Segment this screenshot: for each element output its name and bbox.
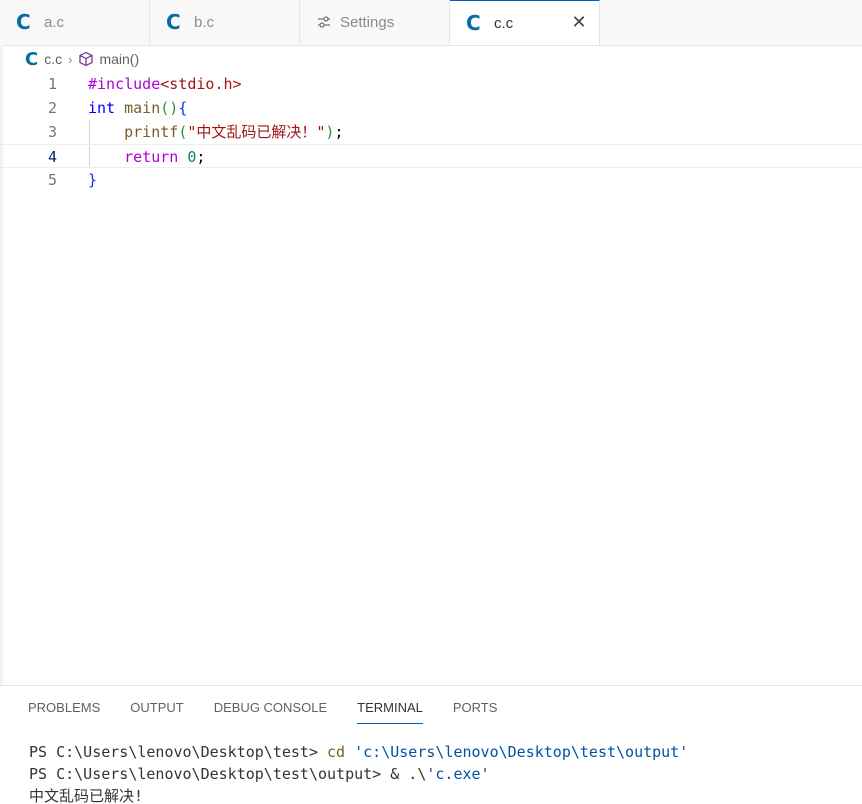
paren: ) bbox=[169, 99, 179, 117]
terminal-operator: & .\ bbox=[390, 765, 427, 783]
breadcrumb-symbol[interactable]: main() bbox=[99, 51, 139, 67]
tab-debug-console[interactable]: DEBUG CONSOLE bbox=[214, 698, 327, 724]
code-text: printf("中文乱码已解决！"); bbox=[88, 120, 343, 144]
code-text: } bbox=[88, 168, 97, 192]
tab-label: c.c bbox=[494, 14, 514, 32]
c-file-icon: C bbox=[166, 10, 181, 34]
brace: } bbox=[88, 171, 98, 189]
tab-b-c[interactable]: C b.c bbox=[150, 0, 300, 44]
line-number: 3 bbox=[47, 123, 57, 141]
method-cube-icon bbox=[79, 51, 94, 67]
panel-tab-bar: PROBLEMS OUTPUT DEBUG CONSOLE TERMINAL P… bbox=[28, 698, 497, 724]
code-text: #include<stdio.h> bbox=[88, 72, 242, 96]
editor-tab-bar: C a.c C b.c Settings C c.c ✕ bbox=[0, 0, 862, 46]
terminal-command: cd bbox=[327, 743, 346, 761]
paren: ( bbox=[160, 99, 170, 117]
function-call: printf bbox=[124, 123, 179, 141]
tab-ports[interactable]: PORTS bbox=[453, 698, 498, 724]
control-keyword: return bbox=[124, 148, 179, 166]
settings-sliders-icon bbox=[318, 16, 330, 28]
tab-label: a.c bbox=[44, 13, 65, 31]
code-line: 3 printf("中文乱码已解决！"); bbox=[0, 120, 862, 144]
terminal-line: PS C:\Users\lenovo\Desktop\test> cd 'c:\… bbox=[29, 741, 688, 763]
tab-terminal[interactable]: TERMINAL bbox=[357, 698, 423, 724]
terminal-line: PS C:\Users\lenovo\Desktop\test\output> … bbox=[29, 763, 688, 785]
breadcrumb-file[interactable]: c.c bbox=[44, 51, 62, 67]
vscode-window: C a.c C b.c Settings C c.c ✕ C c.c › mai… bbox=[0, 0, 862, 804]
terminal-output[interactable]: PS C:\Users\lenovo\Desktop\test> cd 'c:\… bbox=[29, 741, 688, 804]
tab-label: b.c bbox=[194, 13, 215, 31]
c-file-icon: C bbox=[466, 11, 481, 35]
line-number: 2 bbox=[47, 99, 57, 117]
terminal-argument: 'c.exe' bbox=[426, 765, 490, 783]
code-line: 2 int main(){ bbox=[0, 96, 862, 120]
code-line: 5 } bbox=[0, 168, 862, 192]
line-number: 1 bbox=[47, 75, 57, 93]
type-keyword: int bbox=[88, 99, 116, 117]
program-output: 中文乱码已解决! bbox=[29, 787, 144, 804]
code-text: int main(){ bbox=[88, 96, 187, 120]
tab-problems[interactable]: PROBLEMS bbox=[28, 698, 100, 724]
semicolon: ; bbox=[196, 148, 206, 166]
close-icon[interactable]: ✕ bbox=[571, 13, 587, 31]
bottom-panel: PROBLEMS OUTPUT DEBUG CONSOLE TERMINAL P… bbox=[0, 685, 862, 804]
tab-output[interactable]: OUTPUT bbox=[130, 698, 183, 724]
chevron-right-icon: › bbox=[68, 51, 73, 67]
terminal-line: 中文乱码已解决! bbox=[29, 785, 688, 804]
string-literal: "中文乱码已解决！" bbox=[187, 123, 326, 141]
code-text: return 0; bbox=[88, 145, 205, 169]
function-name: main bbox=[124, 99, 161, 117]
terminal-prompt: PS C:\Users\lenovo\Desktop\test> bbox=[29, 743, 328, 761]
tab-a-c[interactable]: C a.c bbox=[0, 0, 150, 44]
line-number: 5 bbox=[47, 171, 57, 189]
include-header: <stdio.h> bbox=[160, 75, 242, 93]
preprocessor-directive: #include bbox=[88, 75, 161, 93]
brace: { bbox=[178, 99, 188, 117]
paren: ( bbox=[178, 123, 188, 141]
breadcrumb: C c.c › main() bbox=[25, 48, 139, 70]
semicolon: ; bbox=[334, 123, 344, 141]
terminal-argument: 'c:\Users\lenovo\Desktop\test\output' bbox=[354, 743, 689, 761]
tab-settings[interactable]: Settings bbox=[300, 0, 450, 44]
c-file-icon: C bbox=[16, 10, 31, 34]
c-file-icon: C bbox=[25, 48, 39, 70]
terminal-prompt: PS C:\Users\lenovo\Desktop\test\output> bbox=[29, 765, 391, 783]
code-line-current: 4 return 0; bbox=[0, 144, 862, 168]
tab-c-c[interactable]: C c.c ✕ bbox=[450, 0, 600, 45]
code-editor[interactable]: 1 #include<stdio.h> 2 int main(){ 3 prin… bbox=[0, 72, 862, 684]
code-line: 1 #include<stdio.h> bbox=[0, 72, 862, 96]
line-number: 4 bbox=[47, 148, 57, 166]
tab-label: Settings bbox=[340, 13, 395, 31]
